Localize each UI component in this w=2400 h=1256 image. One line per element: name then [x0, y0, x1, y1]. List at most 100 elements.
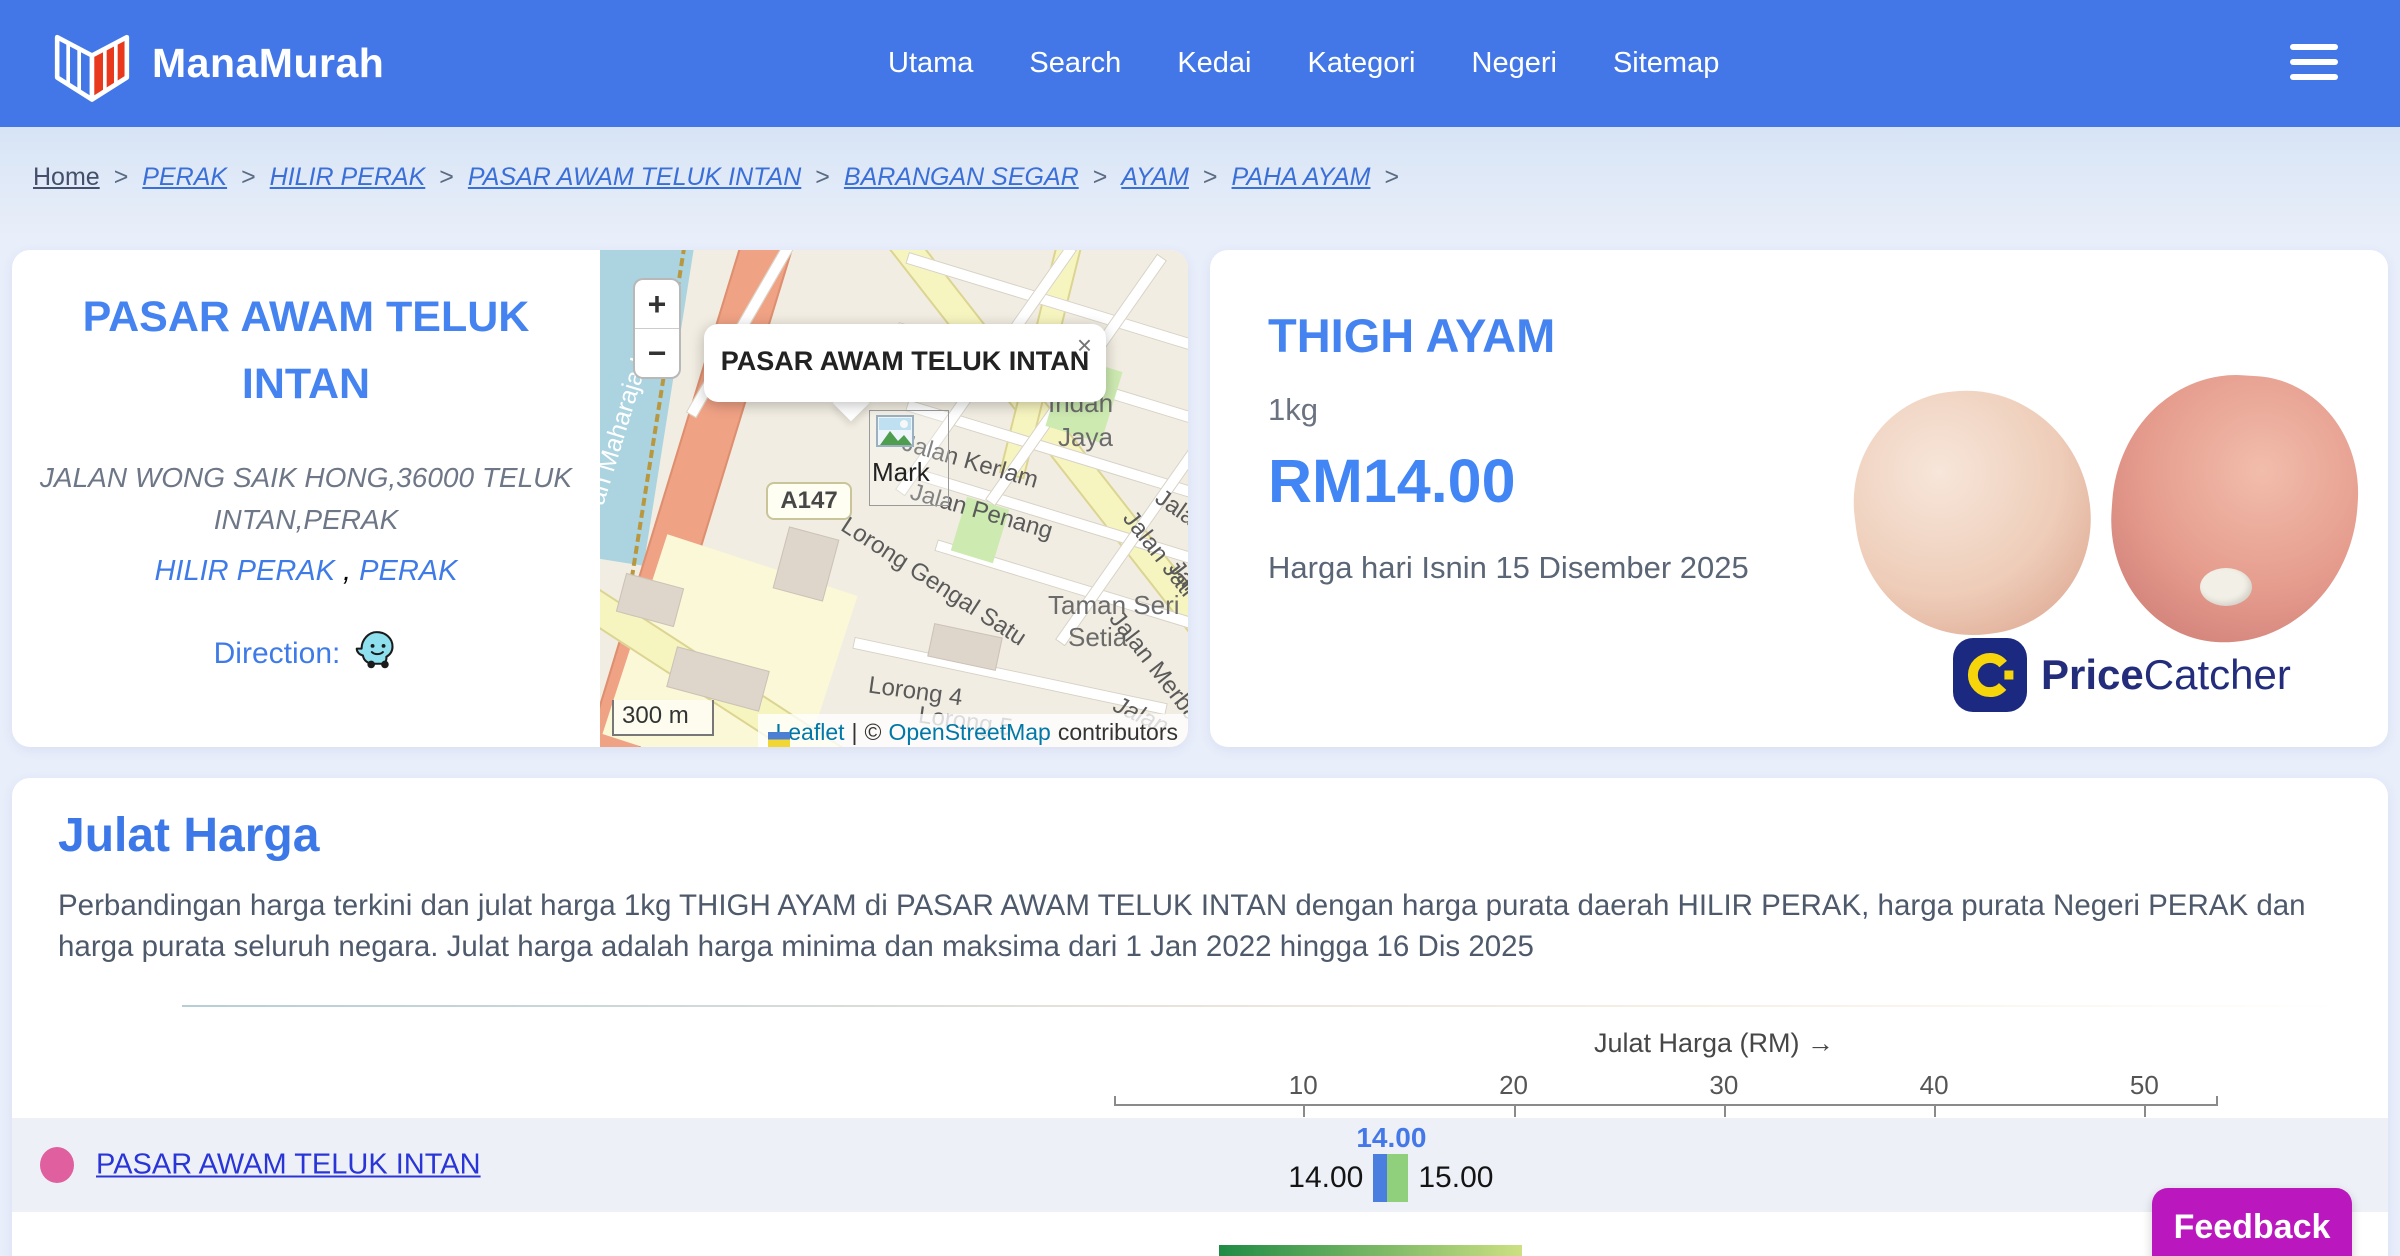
product-unit: 1kg [1268, 392, 1318, 427]
breadcrumb: Home > PERAK > HILIR PERAK > PASAR AWAM … [33, 163, 1399, 192]
axis-tick [2144, 1104, 2147, 1117]
range-bar [1387, 1154, 1409, 1202]
market-info: PASAR AWAM TELUK INTAN JALAN WONG SAIK H… [12, 250, 600, 747]
breadcrumb-bar: Home > PERAK > HILIR PERAK > PASAR AWAM … [0, 127, 2400, 233]
product-card: THIGH AYAM 1kg RM14.00 Harga hari Isnin … [1210, 250, 2388, 747]
map-marker[interactable]: Mark [869, 410, 949, 506]
market-card: PASAR AWAM TELUK INTAN JALAN WONG SAIK H… [12, 250, 1188, 747]
axis-tick [1303, 1104, 1306, 1117]
product-price: RM14.00 [1268, 447, 1516, 515]
axis-tick-label: 20 [1499, 1070, 1528, 1100]
market-region-links: HILIR PERAK , PERAK [12, 555, 600, 588]
breadcrumb-ayam[interactable]: AYAM [1121, 163, 1189, 192]
axis-tick [1723, 1104, 1726, 1117]
breadcrumb-separator: > [113, 163, 129, 191]
current-price-label: 14.00 [1356, 1122, 1427, 1153]
breadcrumb-separator: > [1202, 163, 1218, 191]
divider [182, 1005, 2342, 1007]
breadcrumb-hilir-perak[interactable]: HILIR PERAK [270, 163, 426, 192]
osm-link[interactable]: OpenStreetMap [888, 719, 1050, 746]
axis-label: Julat Harga (RM) → [1593, 1028, 1835, 1058]
manamurah-logo-icon [48, 17, 136, 110]
popup-close-icon[interactable]: × [1077, 330, 1092, 361]
map-label-jaya: Jaya [1058, 422, 1113, 452]
attribution-separator: | [851, 718, 858, 745]
min-price-label: 14.00 [1288, 1161, 1364, 1194]
nav-item-negeri[interactable]: Negeri [1472, 47, 1557, 80]
nav-item-kategori[interactable]: Kategori [1307, 47, 1415, 80]
district-link[interactable]: HILIR PERAK [154, 555, 335, 587]
top-navbar: ManaMurah Utama Search Kedai Kategori Ne… [0, 0, 2400, 127]
brand[interactable]: ManaMurah [48, 17, 384, 110]
logo-text-regular: Catcher [2143, 651, 2291, 698]
breadcrumb-separator: > [1384, 163, 1400, 191]
bar-area [1114, 1231, 2218, 1256]
market-row-link[interactable]: PASAR AWAM TELUK INTAN [96, 1149, 481, 1182]
axis-endcap [2216, 1096, 2218, 1106]
feedback-button[interactable]: Feedback [2152, 1188, 2352, 1256]
copyright-glyph: © [864, 718, 882, 745]
main-nav: Utama Search Kedai Kategori Negeri Sitem… [888, 0, 1719, 127]
chart-row-market: PASAR AWAM TELUK INTAN 14.00 14.00 15.00 [12, 1118, 2388, 1212]
map-popup: PASAR AWAM TELUK INTAN × [704, 324, 1106, 402]
zoom-out-button[interactable]: − [635, 329, 679, 377]
axis-tick-label: 50 [2129, 1070, 2159, 1100]
product-name: THIGH AYAM [1268, 309, 1556, 362]
direction-label: Direction: [213, 637, 341, 671]
pricecatcher-logo-text: PriceCatcher [2041, 651, 2291, 699]
price-date-note: Harga hari Isnin 15 Disember 2025 [1268, 550, 1749, 585]
axis-tick-label: 40 [1919, 1070, 1949, 1100]
leaflet-map[interactable]: an Maharaja Lela A147 ai J4/1 Indah Jaya… [600, 250, 1188, 747]
section-description: Perbandingan harga terkini dan julat har… [58, 889, 2306, 963]
breadcrumb-separator: > [439, 163, 454, 191]
breadcrumb-separator: > [241, 163, 256, 191]
current-price-bar [1373, 1154, 1388, 1202]
chart-row-district-average: Purata HILIR PERAK [12, 1231, 2388, 1256]
breadcrumb-perak[interactable]: PERAK [142, 163, 227, 192]
map-scale-bar: 300 m [612, 700, 714, 736]
breadcrumb-separator: > [815, 163, 830, 191]
map-route-badge-a147: A147 [766, 482, 852, 520]
direction-row: Direction: [12, 628, 600, 680]
broken-image-icon [876, 415, 920, 451]
breadcrumb-home[interactable]: Home [33, 163, 100, 192]
product-image-chicken-thigh [1840, 376, 2105, 649]
market-name: PASAR AWAM TELUK INTAN [82, 293, 530, 408]
price-range-section: Julat Harga Perbandingan harga terkini d… [12, 778, 2388, 1256]
breadcrumb-barangan-segar[interactable]: BARANGAN SEGAR [844, 163, 1079, 192]
pricecatcher-logo-icon [1953, 638, 2027, 712]
pricecatcher-logo: PriceCatcher [1953, 638, 2291, 712]
bar-area: 14.00 14.00 15.00 [1114, 1118, 2218, 1212]
attribution-suffix: contributors [1057, 718, 1178, 745]
price-axis: 10 20 30 40 50 [1114, 1068, 2218, 1118]
nav-item-kedai[interactable]: Kedai [1177, 47, 1251, 80]
axis-line [1114, 1104, 2218, 1106]
state-link[interactable]: PERAK [359, 555, 457, 587]
price-range-bar: 14.00 15.00 [1288, 1154, 1493, 1202]
axis-tick-label: 10 [1288, 1070, 1318, 1100]
zoom-in-button[interactable]: + [635, 280, 679, 328]
breadcrumb-separator: > [1092, 163, 1108, 191]
nav-item-search[interactable]: Search [1029, 47, 1121, 80]
section-heading: Julat Harga [58, 809, 320, 862]
price-range-gradient-bar [1219, 1245, 1522, 1256]
map-popup-title: PASAR AWAM TELUK INTAN [720, 346, 1090, 376]
breadcrumb-pasar[interactable]: PASAR AWAM TELUK INTAN [468, 163, 801, 192]
market-address: JALAN WONG SAIK HONG,36000 TELUK INTAN,P… [39, 462, 573, 536]
axis-endcap [1114, 1096, 1116, 1106]
marker-alt-text: Mark [872, 457, 930, 487]
max-price-label: 15.00 [1418, 1161, 1494, 1194]
breadcrumb-paha-ayam[interactable]: PAHA AYAM [1232, 163, 1371, 192]
brand-name: ManaMurah [152, 40, 385, 86]
series-dot [40, 1147, 74, 1183]
waze-icon[interactable] [354, 628, 398, 680]
axis-tick-label: 30 [1709, 1070, 1739, 1100]
nav-item-utama[interactable]: Utama [888, 47, 973, 80]
map-attribution: Leaflet | © OpenStreetMap contributors [758, 714, 1188, 747]
axis-tick [1513, 1104, 1516, 1117]
nav-item-sitemap[interactable]: Sitemap [1613, 47, 1719, 80]
hamburger-menu-icon[interactable] [2290, 44, 2338, 80]
axis-tick [1934, 1104, 1937, 1117]
product-image-chicken-thigh [2102, 366, 2367, 652]
logo-text-bold: Price [2041, 651, 2144, 698]
